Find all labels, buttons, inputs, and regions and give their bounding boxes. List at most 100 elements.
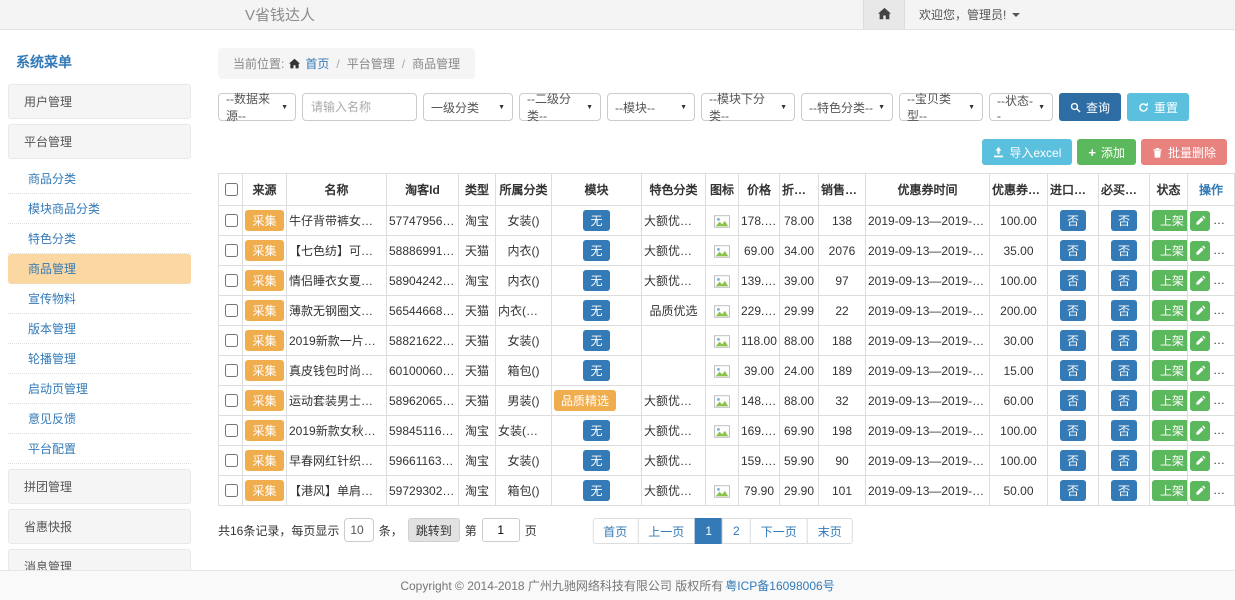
sidebar-subitem[interactable]: 版本管理 xyxy=(8,314,191,344)
page-button[interactable]: 下一页 xyxy=(750,518,808,544)
source-badge[interactable]: 采集 xyxy=(245,420,283,441)
import-select-badge[interactable]: 否 xyxy=(1060,420,1086,441)
sidebar-subitem[interactable]: 平台配置 xyxy=(8,434,191,464)
sidebar-subitem[interactable]: 特色分类 xyxy=(8,224,191,254)
select-all-checkbox[interactable] xyxy=(225,183,238,196)
module-badge[interactable]: 无 xyxy=(583,420,609,441)
user-menu[interactable]: 欢迎您，管理员! xyxy=(919,6,1020,23)
must-buy-badge[interactable]: 否 xyxy=(1111,270,1137,291)
sidebar-group[interactable]: 平台管理 xyxy=(8,124,191,159)
import-select-badge[interactable]: 否 xyxy=(1060,450,1086,471)
row-checkbox[interactable] xyxy=(225,484,238,497)
edit-button[interactable] xyxy=(1190,361,1210,381)
module-badge[interactable]: 无 xyxy=(583,300,609,321)
edit-button[interactable] xyxy=(1190,421,1210,441)
sidebar-subitem[interactable]: 意见反馈 xyxy=(8,404,191,434)
module-badge[interactable]: 无 xyxy=(583,360,609,381)
import-excel-button[interactable]: 导入excel xyxy=(982,139,1072,165)
source-badge[interactable]: 采集 xyxy=(245,390,283,411)
row-checkbox[interactable] xyxy=(225,394,238,407)
must-buy-badge[interactable]: 否 xyxy=(1111,240,1137,261)
must-buy-badge[interactable]: 否 xyxy=(1111,480,1137,501)
must-buy-badge[interactable]: 否 xyxy=(1111,420,1137,441)
source-badge[interactable]: 采集 xyxy=(245,240,283,261)
filter-select[interactable]: --数据来源--▼ xyxy=(218,93,296,121)
add-button[interactable]: + 添加 xyxy=(1077,139,1136,165)
source-badge[interactable]: 采集 xyxy=(245,480,283,501)
filter-select[interactable]: --宝贝类型--▼ xyxy=(899,93,983,121)
import-select-badge[interactable]: 否 xyxy=(1060,270,1086,291)
module-badge[interactable]: 无 xyxy=(583,480,609,501)
module-badge[interactable]: 无 xyxy=(583,270,609,291)
jump-button[interactable]: 跳转到 xyxy=(408,518,460,542)
import-select-badge[interactable]: 否 xyxy=(1060,360,1086,381)
row-checkbox[interactable] xyxy=(225,304,238,317)
status-badge[interactable]: 上架 xyxy=(1152,300,1188,321)
edit-button[interactable] xyxy=(1190,271,1210,291)
home-button[interactable] xyxy=(863,0,905,29)
source-badge[interactable]: 采集 xyxy=(245,210,283,231)
filter-select[interactable]: --特色分类--▼ xyxy=(801,93,893,121)
module-badge[interactable]: 无 xyxy=(583,240,609,261)
import-select-badge[interactable]: 否 xyxy=(1060,210,1086,231)
jump-page-input[interactable] xyxy=(482,518,520,542)
sidebar-subitem[interactable]: 启动页管理 xyxy=(8,374,191,404)
status-badge[interactable]: 上架 xyxy=(1152,270,1188,291)
search-button[interactable]: 查询 xyxy=(1059,93,1121,121)
sidebar-subitem[interactable]: 商品分类 xyxy=(8,164,191,194)
source-badge[interactable]: 采集 xyxy=(245,450,283,471)
edit-button[interactable] xyxy=(1190,331,1210,351)
import-select-badge[interactable]: 否 xyxy=(1060,480,1086,501)
must-buy-badge[interactable]: 否 xyxy=(1111,210,1137,231)
module-badge[interactable]: 无 xyxy=(583,330,609,351)
per-page-select[interactable]: 10 xyxy=(344,518,373,542)
sidebar-group[interactable]: 消息管理 xyxy=(8,549,191,570)
row-checkbox[interactable] xyxy=(225,214,238,227)
page-button[interactable]: 上一页 xyxy=(637,518,695,544)
source-badge[interactable]: 采集 xyxy=(245,360,283,381)
name-filter-input[interactable] xyxy=(302,93,417,121)
status-badge[interactable]: 上架 xyxy=(1152,210,1188,231)
edit-button[interactable] xyxy=(1190,211,1210,231)
filter-select[interactable]: --状态--▼ xyxy=(989,93,1053,121)
status-badge[interactable]: 上架 xyxy=(1152,240,1188,261)
module-badge[interactable]: 无 xyxy=(583,450,609,471)
import-select-badge[interactable]: 否 xyxy=(1060,330,1086,351)
edit-button[interactable] xyxy=(1190,451,1210,471)
breadcrumb-home-link[interactable]: 首页 xyxy=(305,55,329,72)
page-button[interactable]: 1 xyxy=(694,518,723,544)
filter-select[interactable]: --模块下分类--▼ xyxy=(701,93,795,121)
status-badge[interactable]: 上架 xyxy=(1152,360,1188,381)
batch-delete-button[interactable]: 批量删除 xyxy=(1141,139,1227,165)
sidebar-subitem[interactable]: 商品管理 xyxy=(8,254,191,284)
sidebar-subitem[interactable]: 模块商品分类 xyxy=(8,194,191,224)
sidebar-group[interactable]: 拼团管理 xyxy=(8,469,191,504)
status-badge[interactable]: 上架 xyxy=(1152,330,1188,351)
import-select-badge[interactable]: 否 xyxy=(1060,300,1086,321)
sidebar-subitem[interactable]: 宣传物料 xyxy=(8,284,191,314)
page-button[interactable]: 首页 xyxy=(592,518,638,544)
status-badge[interactable]: 上架 xyxy=(1152,390,1188,411)
import-select-badge[interactable]: 否 xyxy=(1060,240,1086,261)
sidebar-subitem[interactable]: 轮播管理 xyxy=(8,344,191,374)
source-badge[interactable]: 采集 xyxy=(245,270,283,291)
must-buy-badge[interactable]: 否 xyxy=(1111,330,1137,351)
edit-button[interactable] xyxy=(1190,241,1210,261)
icp-link[interactable]: 粤ICP备16098006号 xyxy=(725,577,834,594)
must-buy-badge[interactable]: 否 xyxy=(1111,450,1137,471)
filter-select[interactable]: --模块--▼ xyxy=(607,93,695,121)
edit-button[interactable] xyxy=(1190,481,1210,501)
source-badge[interactable]: 采集 xyxy=(245,330,283,351)
sidebar-group[interactable]: 省惠快报 xyxy=(8,509,191,544)
row-checkbox[interactable] xyxy=(225,364,238,377)
page-button[interactable]: 2 xyxy=(722,518,751,544)
edit-button[interactable] xyxy=(1190,391,1210,411)
reset-button[interactable]: 重置 xyxy=(1127,93,1189,121)
status-badge[interactable]: 上架 xyxy=(1152,420,1188,441)
sidebar-group[interactable]: 用户管理 xyxy=(8,84,191,119)
must-buy-badge[interactable]: 否 xyxy=(1111,360,1137,381)
must-buy-badge[interactable]: 否 xyxy=(1111,390,1137,411)
status-badge[interactable]: 上架 xyxy=(1152,450,1188,471)
import-select-badge[interactable]: 否 xyxy=(1060,390,1086,411)
row-checkbox[interactable] xyxy=(225,454,238,467)
